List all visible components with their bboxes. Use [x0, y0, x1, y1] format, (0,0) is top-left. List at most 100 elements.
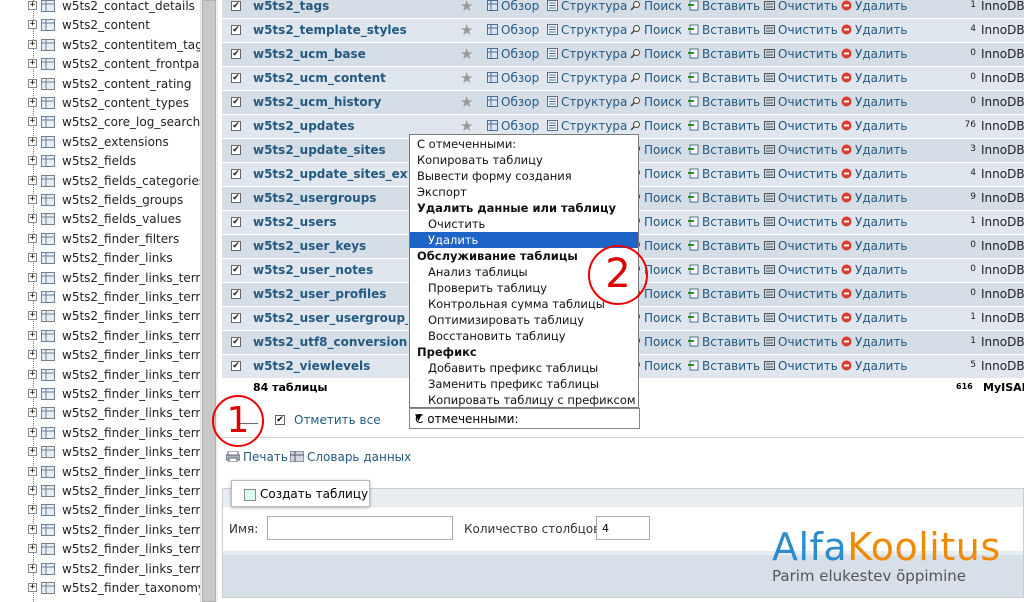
- sidebar-item-table[interactable]: + w5ts2_finder_links_termsd: [0, 522, 200, 541]
- sidebar-item-table[interactable]: + w5ts2_content_rating: [0, 76, 200, 95]
- browse-action-link[interactable]: Обзор: [487, 47, 539, 61]
- sidebar-item-table[interactable]: + w5ts2_fields: [0, 153, 200, 172]
- insert-action-link[interactable]: Вставить: [688, 287, 760, 301]
- expand-icon[interactable]: +: [28, 20, 37, 30]
- drop-action-link[interactable]: Удалить: [841, 239, 908, 253]
- drop-action-link[interactable]: Удалить: [841, 167, 908, 181]
- dropdown-option[interactable]: Добавить префикс таблицы: [428, 360, 656, 376]
- table-name-link[interactable]: w5ts2_viewlevels: [253, 359, 408, 373]
- sidebar-item-table[interactable]: + w5ts2_finder_filters: [0, 231, 200, 250]
- expand-icon[interactable]: +: [28, 505, 37, 515]
- row-checkbox[interactable]: ✔: [231, 289, 241, 299]
- table-name-link[interactable]: w5ts2_ucm_content: [253, 71, 408, 85]
- search-action-link[interactable]: Поиск: [630, 0, 682, 13]
- expand-icon[interactable]: +: [28, 466, 37, 476]
- insert-action-link[interactable]: Вставить: [688, 47, 760, 61]
- empty-action-link[interactable]: Очистить: [764, 311, 838, 325]
- check-all-checkbox[interactable]: ✔: [275, 415, 285, 425]
- sidebar-table-name[interactable]: w5ts2_finder_links_termsb: [62, 484, 200, 498]
- drop-action-link[interactable]: Удалить: [841, 119, 908, 133]
- table-name-link[interactable]: w5ts2_user_notes: [253, 263, 408, 277]
- insert-action-link[interactable]: Вставить: [688, 263, 760, 277]
- table-name-link[interactable]: w5ts2_update_sites: [253, 143, 408, 157]
- table-name-link[interactable]: w5ts2_user_keys: [253, 239, 408, 253]
- sidebar-table-name[interactable]: w5ts2_fields_groups: [62, 193, 183, 207]
- row-checkbox[interactable]: ✔: [231, 73, 241, 83]
- drop-action-link[interactable]: Удалить: [841, 263, 908, 277]
- table-name-link[interactable]: w5ts2_updates: [253, 119, 408, 133]
- row-checkbox[interactable]: ✔: [231, 337, 241, 347]
- sidebar-table-name[interactable]: w5ts2_extensions: [62, 135, 169, 149]
- drop-action-link[interactable]: Удалить: [841, 335, 908, 349]
- expand-icon[interactable]: +: [28, 253, 37, 263]
- sidebar-table-name[interactable]: w5ts2_finder_links_terms4: [62, 348, 200, 362]
- sidebar-item-table[interactable]: + w5ts2_contact_details: [0, 0, 200, 17]
- browse-action-link[interactable]: Обзор: [487, 23, 539, 37]
- expand-icon[interactable]: +: [28, 311, 37, 321]
- sidebar-table-name[interactable]: w5ts2_finder_links_termsd: [62, 523, 200, 537]
- expand-icon[interactable]: +: [28, 39, 37, 49]
- empty-action-link[interactable]: Очистить: [764, 359, 838, 373]
- browse-action-link[interactable]: Обзор: [487, 0, 539, 13]
- favorite-star-icon[interactable]: ★: [460, 93, 473, 111]
- table-name-link[interactable]: w5ts2_utf8_conversion: [253, 335, 408, 349]
- table-name-link[interactable]: w5ts2_tags: [253, 0, 408, 13]
- insert-action-link[interactable]: Вставить: [688, 215, 760, 229]
- sidebar-item-table[interactable]: + w5ts2_finder_links_terms6: [0, 386, 200, 405]
- drop-action-link[interactable]: Удалить: [841, 71, 908, 85]
- dropdown-option[interactable]: Копировать таблицу: [417, 152, 645, 168]
- sidebar-item-table[interactable]: + w5ts2_finder_links_terms8: [0, 425, 200, 444]
- drop-action-link[interactable]: Удалить: [841, 287, 908, 301]
- table-name-link[interactable]: w5ts2_template_styles: [253, 23, 408, 37]
- expand-icon[interactable]: +: [28, 369, 37, 379]
- sidebar-table-name[interactable]: w5ts2_finder_links_terms6: [62, 387, 200, 401]
- sidebar-table-name[interactable]: w5ts2_finder_links_terms1: [62, 290, 200, 304]
- sidebar-item-table[interactable]: + w5ts2_contentitem_tag_map: [0, 37, 200, 56]
- drop-action-link[interactable]: Удалить: [841, 143, 908, 157]
- dropdown-option[interactable]: Копировать таблицу с префиксом: [428, 392, 656, 408]
- sidebar-table-name[interactable]: w5ts2_content: [62, 18, 150, 32]
- table-name-link[interactable]: w5ts2_update_sites_extensions: [253, 167, 408, 181]
- expand-icon[interactable]: +: [28, 427, 37, 437]
- sidebar-item-table[interactable]: + w5ts2_fields_groups: [0, 192, 200, 211]
- favorite-star-icon[interactable]: ★: [460, 69, 473, 87]
- empty-action-link[interactable]: Очистить: [764, 191, 838, 205]
- drop-action-link[interactable]: Удалить: [841, 215, 908, 229]
- empty-action-link[interactable]: Очистить: [764, 143, 838, 157]
- structure-action-link[interactable]: Структура: [547, 47, 627, 61]
- sidebar-item-table[interactable]: + w5ts2_finder_taxonomy: [0, 580, 200, 599]
- sidebar-table-name[interactable]: w5ts2_finder_taxonomy: [62, 581, 200, 595]
- expand-icon[interactable]: +: [28, 272, 37, 282]
- structure-action-link[interactable]: Структура: [547, 119, 627, 133]
- search-action-link[interactable]: Поиск: [630, 23, 682, 37]
- sidebar-table-name[interactable]: w5ts2_content_rating: [62, 77, 192, 91]
- row-checkbox[interactable]: ✔: [231, 217, 241, 227]
- insert-action-link[interactable]: Вставить: [688, 359, 760, 373]
- sidebar-table-name[interactable]: w5ts2_fields_categories: [62, 174, 200, 188]
- drop-action-link[interactable]: Удалить: [841, 47, 908, 61]
- empty-action-link[interactable]: Очистить: [764, 95, 838, 109]
- table-name-link[interactable]: w5ts2_ucm_base: [253, 47, 408, 61]
- sidebar-table-name[interactable]: w5ts2_content_frontpage: [62, 57, 200, 71]
- favorite-star-icon[interactable]: ★: [460, 45, 473, 63]
- sidebar-item-table[interactable]: + w5ts2_content: [0, 17, 200, 36]
- sidebar-item-table[interactable]: + w5ts2_finder_links_terms0: [0, 270, 200, 289]
- insert-action-link[interactable]: Вставить: [688, 71, 760, 85]
- expand-icon[interactable]: +: [28, 1, 37, 10]
- row-checkbox[interactable]: ✔: [231, 241, 241, 251]
- insert-action-link[interactable]: Вставить: [688, 95, 760, 109]
- search-action-link[interactable]: Поиск: [630, 119, 682, 133]
- with-selected-select[interactable]: С отмеченными: ▼: [409, 408, 640, 429]
- sidebar-table-name[interactable]: w5ts2_finder_links_terms7: [62, 406, 200, 420]
- sidebar-item-table[interactable]: + w5ts2_finder_links_termsf: [0, 561, 200, 580]
- empty-action-link[interactable]: Очистить: [764, 119, 838, 133]
- drop-action-link[interactable]: Удалить: [841, 359, 908, 373]
- expand-icon[interactable]: +: [28, 563, 37, 573]
- check-all-link[interactable]: Отметить все: [294, 413, 381, 427]
- table-name-input[interactable]: [267, 516, 453, 540]
- drop-action-link[interactable]: Удалить: [841, 0, 908, 13]
- insert-action-link[interactable]: Вставить: [688, 143, 760, 157]
- expand-icon[interactable]: +: [28, 330, 37, 340]
- sidebar-item-table[interactable]: + w5ts2_finder_links_terms4: [0, 347, 200, 366]
- expand-icon[interactable]: +: [28, 583, 37, 592]
